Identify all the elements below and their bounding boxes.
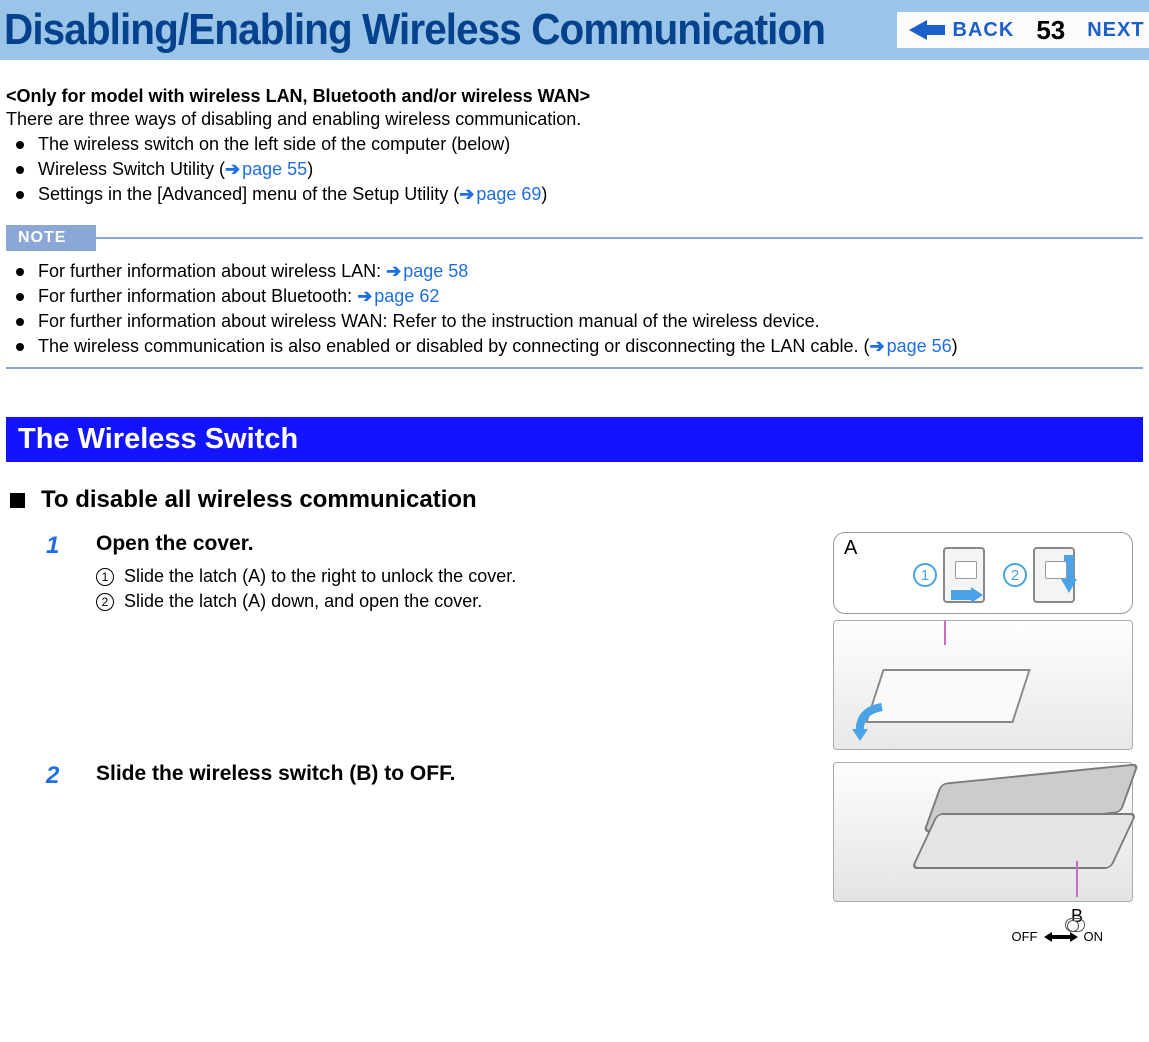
list-item: For further information about Bluetooth:… — [38, 286, 1143, 307]
intro-line: There are three ways of disabling and en… — [6, 109, 1143, 130]
arrow-icon: ➔ — [386, 261, 401, 281]
pointer-line-icon — [944, 621, 946, 645]
back-label: BACK — [953, 19, 1015, 42]
note-header: NOTE — [6, 225, 1143, 251]
list-item: For further information about wireless W… — [38, 311, 1143, 332]
step: 1 Open the cover. 1 Slide the latch (A) … — [46, 532, 1133, 756]
arrow-icon: ➔ — [459, 184, 474, 204]
list-item: Wireless Switch Utility (➔page 55) — [38, 159, 1143, 180]
step-number: 1 — [46, 532, 96, 560]
bullet-suffix: ) — [952, 336, 958, 356]
on-label: ON — [1084, 929, 1104, 944]
list-item: The wireless switch on the left side of … — [38, 134, 1143, 155]
bullet-text: Settings in the [Advanced] menu of the S… — [38, 184, 459, 204]
arrow-down-icon — [1061, 555, 1077, 593]
content-area: <Only for model with wireless LAN, Bluet… — [0, 60, 1149, 932]
pointer-line-icon — [1076, 861, 1078, 897]
nav-cluster: BACK 53 NEXT — [897, 12, 1149, 48]
step: 2 Slide the wireless switch (B) to OFF. … — [46, 762, 1133, 932]
page-link[interactable]: ➔page 55 — [225, 159, 307, 179]
intro-bullets: The wireless switch on the left side of … — [6, 134, 1143, 205]
diagram-circle-2: 2 — [1003, 563, 1027, 587]
device-sketch — [833, 762, 1133, 902]
device-base-icon — [911, 813, 1137, 869]
note-label: NOTE — [6, 225, 96, 251]
step-body: Open the cover. 1 Slide the latch (A) to… — [96, 532, 813, 756]
model-note: <Only for model with wireless LAN, Bluet… — [6, 86, 1143, 107]
illustration-step2: B OFF ON — [833, 762, 1133, 932]
link-text: page 56 — [887, 336, 952, 356]
bullet-text: For further information about Bluetooth: — [38, 286, 357, 306]
substep-text: Slide the latch (A) down, and open the c… — [124, 591, 482, 612]
list-item: For further information about wireless L… — [38, 261, 1143, 282]
substep: 2 Slide the latch (A) down, and open the… — [96, 591, 813, 612]
page-link[interactable]: ➔page 56 — [869, 336, 951, 356]
list-item: The wireless communication is also enabl… — [38, 336, 1143, 357]
sub-heading: To disable all wireless communication — [10, 486, 1143, 514]
page-link[interactable]: ➔page 69 — [459, 184, 541, 204]
step-number: 2 — [46, 762, 96, 790]
bullet-suffix: ) — [541, 184, 547, 204]
latch-rect-icon — [1033, 547, 1075, 603]
arrow-left-icon — [909, 20, 945, 40]
bullet-text: For further information about wireless L… — [38, 261, 386, 281]
curve-arrow-icon — [852, 701, 892, 741]
arrow-icon: ➔ — [357, 286, 372, 306]
note-bullets: For further information about wireless L… — [6, 261, 1143, 357]
bullet-text: Wireless Switch Utility ( — [38, 159, 225, 179]
back-button[interactable]: BACK — [897, 12, 1027, 48]
link-text: page 58 — [403, 261, 468, 281]
link-text: page 62 — [374, 286, 439, 306]
page-link[interactable]: ➔page 58 — [386, 261, 468, 281]
latch-rect-icon — [943, 547, 985, 603]
substep: 1 Slide the latch (A) to the right to un… — [96, 566, 813, 587]
next-label: NEXT — [1087, 19, 1144, 42]
latch-diagram: A 1 2 — [833, 532, 1133, 614]
arrow-right-icon — [951, 587, 983, 603]
device-sketch — [833, 620, 1133, 750]
arrow-icon: ➔ — [225, 159, 240, 179]
page-number: 53 — [1026, 12, 1075, 48]
bullet-text: The wireless communication is also enabl… — [38, 336, 869, 356]
diagram-label-A: A — [844, 537, 857, 560]
substep-text: Slide the latch (A) to the right to unlo… — [124, 566, 516, 587]
link-text: page 69 — [476, 184, 541, 204]
step-body: Slide the wireless switch (B) to OFF. — [96, 762, 813, 796]
illustration-step1: A 1 2 — [833, 532, 1133, 750]
circled-number-icon: 1 — [96, 568, 114, 586]
bullet-suffix: ) — [307, 159, 313, 179]
double-arrow-icon — [1044, 932, 1078, 942]
sub-heading-text: To disable all wireless communication — [41, 486, 477, 514]
square-bullet-icon — [10, 493, 25, 508]
bullet-text: For further information about wireless W… — [38, 311, 820, 331]
section-heading: The Wireless Switch — [6, 417, 1143, 462]
step-title: Open the cover. — [96, 532, 813, 556]
page-title: Disabling/Enabling Wireless Communicatio… — [4, 5, 825, 55]
note-top-rule — [96, 237, 1143, 239]
off-label: OFF — [1012, 929, 1038, 944]
header-bar: Disabling/Enabling Wireless Communicatio… — [0, 0, 1149, 60]
diagram-circle-1: 1 — [913, 563, 937, 587]
note-bottom-rule — [6, 367, 1143, 369]
step-title: Slide the wireless switch (B) to OFF. — [96, 762, 813, 786]
bullet-text: The wireless switch on the left side of … — [38, 134, 510, 154]
arrow-icon: ➔ — [869, 336, 884, 356]
link-text: page 55 — [242, 159, 307, 179]
page-link[interactable]: ➔page 62 — [357, 286, 439, 306]
circled-number-icon: 2 — [96, 593, 114, 611]
list-item: Settings in the [Advanced] menu of the S… — [38, 184, 1143, 205]
steps-container: 1 Open the cover. 1 Slide the latch (A) … — [6, 532, 1143, 932]
next-button[interactable]: NEXT — [1075, 12, 1149, 48]
note-block: NOTE For further information about wirel… — [6, 225, 1143, 369]
switch-knob-icon — [1065, 918, 1085, 932]
